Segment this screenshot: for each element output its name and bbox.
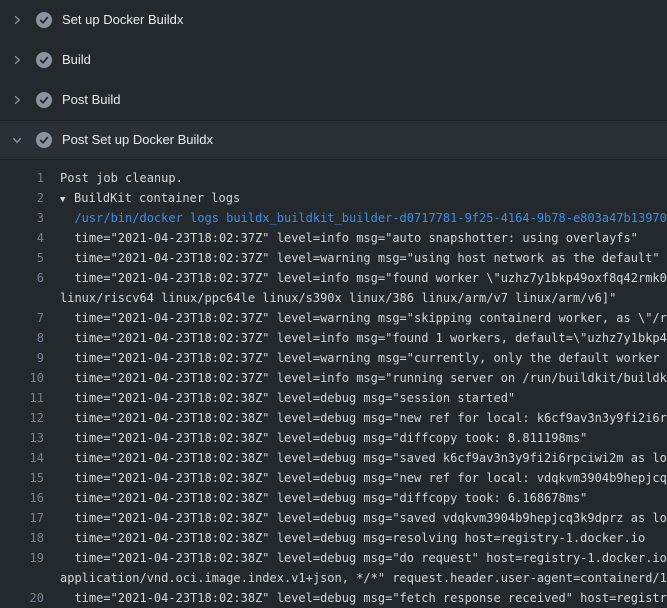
- log-line: 3 /usr/bin/docker logs buildx_buildkit_b…: [0, 208, 667, 228]
- step-header[interactable]: Build: [0, 40, 667, 80]
- log-text: time="2021-04-23T18:02:38Z" level=debug …: [60, 428, 587, 448]
- command-text: /usr/bin/docker logs buildx_buildkit_bui…: [60, 208, 667, 228]
- log-text: time="2021-04-23T18:02:38Z" level=debug …: [60, 388, 515, 408]
- line-number[interactable]: 15: [0, 468, 44, 488]
- log-line: 18 time="2021-04-23T18:02:38Z" level=deb…: [0, 528, 667, 548]
- log-text: time="2021-04-23T18:02:38Z" level=debug …: [60, 508, 667, 528]
- log-line: application/vnd.oci.image.index.v1+json,…: [0, 568, 667, 588]
- log-text: time="2021-04-23T18:02:38Z" level=debug …: [60, 408, 667, 428]
- log-line: linux/riscv64 linux/ppc64le linux/s390x …: [0, 288, 667, 308]
- line-number[interactable]: 18: [0, 528, 44, 548]
- step-header[interactable]: Set up Docker Buildx: [0, 0, 667, 40]
- line-number[interactable]: 6: [0, 268, 44, 288]
- line-number[interactable]: 1: [0, 168, 44, 188]
- line-number: [0, 288, 44, 308]
- log-line: 12 time="2021-04-23T18:02:38Z" level=deb…: [0, 408, 667, 428]
- log-text: time="2021-04-23T18:02:38Z" level=debug …: [60, 488, 587, 508]
- line-number[interactable]: 3: [0, 208, 44, 228]
- log-line: 2 ▼BuildKit container logs: [0, 188, 667, 208]
- log-line: 4 time="2021-04-23T18:02:37Z" level=info…: [0, 228, 667, 248]
- steps-list: Set up Docker Buildx Build Post Buil: [0, 0, 667, 160]
- log-line: 9 time="2021-04-23T18:02:37Z" level=warn…: [0, 348, 667, 368]
- log-line: 10 time="2021-04-23T18:02:37Z" level=inf…: [0, 368, 667, 388]
- log-text: time="2021-04-23T18:02:38Z" level=debug …: [60, 448, 667, 468]
- line-number[interactable]: 9: [0, 348, 44, 368]
- log-text-continuation: linux/riscv64 linux/ppc64le linux/s390x …: [60, 288, 616, 308]
- log-container: 1 Post job cleanup. 2 ▼BuildKit container l…: [0, 160, 667, 608]
- check-circle-icon: [36, 132, 52, 148]
- line-number[interactable]: 8: [0, 328, 44, 348]
- workflow-log-viewer: Set up Docker Buildx Build Post Buil: [0, 0, 667, 608]
- log-text: Post job cleanup.: [60, 168, 183, 188]
- line-number[interactable]: 4: [0, 228, 44, 248]
- log-line: 11 time="2021-04-23T18:02:38Z" level=deb…: [0, 388, 667, 408]
- log-text: time="2021-04-23T18:02:37Z" level=info m…: [60, 368, 667, 388]
- step-header[interactable]: Post Build: [0, 80, 667, 120]
- step-header[interactable]: Post Set up Docker Buildx: [0, 120, 667, 160]
- step-title: Build: [62, 52, 91, 68]
- log-text: time="2021-04-23T18:02:37Z" level=warnin…: [60, 308, 667, 328]
- log-line: 8 time="2021-04-23T18:02:37Z" level=info…: [0, 328, 667, 348]
- log-text: time="2021-04-23T18:02:37Z" level=info m…: [60, 328, 667, 348]
- log-line: 1 Post job cleanup.: [0, 168, 667, 188]
- line-number[interactable]: 17: [0, 508, 44, 528]
- log-text: time="2021-04-23T18:02:38Z" level=debug …: [60, 548, 667, 568]
- log-text: ▼BuildKit container logs: [60, 188, 240, 208]
- log-line: 7 time="2021-04-23T18:02:37Z" level=warn…: [0, 308, 667, 328]
- line-number[interactable]: 12: [0, 408, 44, 428]
- line-number[interactable]: 19: [0, 548, 44, 568]
- line-number[interactable]: 16: [0, 488, 44, 508]
- chevron-icon[interactable]: [10, 93, 24, 107]
- chevron-icon[interactable]: [10, 13, 24, 27]
- log-text: time="2021-04-23T18:02:38Z" level=debug …: [60, 528, 645, 548]
- log-line: 14 time="2021-04-23T18:02:38Z" level=deb…: [0, 448, 667, 468]
- check-circle-icon: [36, 92, 52, 108]
- line-number: [0, 568, 44, 588]
- step-title: Post Set up Docker Buildx: [62, 132, 213, 148]
- log-line: 13 time="2021-04-23T18:02:38Z" level=deb…: [0, 428, 667, 448]
- line-number[interactable]: 14: [0, 448, 44, 468]
- log-text: time="2021-04-23T18:02:38Z" level=debug …: [60, 588, 667, 608]
- log-text: time="2021-04-23T18:02:38Z" level=debug …: [60, 468, 667, 488]
- log-line: 19 time="2021-04-23T18:02:38Z" level=deb…: [0, 548, 667, 568]
- log-text-continuation: application/vnd.oci.image.index.v1+json,…: [60, 568, 667, 588]
- line-number[interactable]: 10: [0, 368, 44, 388]
- log-text: time="2021-04-23T18:02:37Z" level=info m…: [60, 268, 667, 288]
- log-line: 5 time="2021-04-23T18:02:37Z" level=warn…: [0, 248, 667, 268]
- line-number[interactable]: 20: [0, 588, 44, 608]
- step-title: Set up Docker Buildx: [62, 12, 183, 28]
- line-number[interactable]: 7: [0, 308, 44, 328]
- log-line: 17 time="2021-04-23T18:02:38Z" level=deb…: [0, 508, 667, 528]
- step-title: Post Build: [62, 92, 121, 108]
- check-circle-icon: [36, 52, 52, 68]
- chevron-icon[interactable]: [10, 53, 24, 67]
- line-number[interactable]: 2: [0, 188, 44, 208]
- log-line: 15 time="2021-04-23T18:02:38Z" level=deb…: [0, 468, 667, 488]
- group-toggle-icon[interactable]: ▼: [60, 190, 74, 210]
- line-number[interactable]: 13: [0, 428, 44, 448]
- log-line: 16 time="2021-04-23T18:02:38Z" level=deb…: [0, 488, 667, 508]
- check-circle-icon: [36, 12, 52, 28]
- log-line: 20 time="2021-04-23T18:02:38Z" level=deb…: [0, 588, 667, 608]
- log-text: time="2021-04-23T18:02:37Z" level=warnin…: [60, 248, 660, 268]
- line-number[interactable]: 5: [0, 248, 44, 268]
- line-number[interactable]: 11: [0, 388, 44, 408]
- log-line: 6 time="2021-04-23T18:02:37Z" level=info…: [0, 268, 667, 288]
- chevron-icon[interactable]: [10, 133, 24, 147]
- log-text: time="2021-04-23T18:02:37Z" level=warnin…: [60, 348, 667, 368]
- log-text: time="2021-04-23T18:02:37Z" level=info m…: [60, 228, 638, 248]
